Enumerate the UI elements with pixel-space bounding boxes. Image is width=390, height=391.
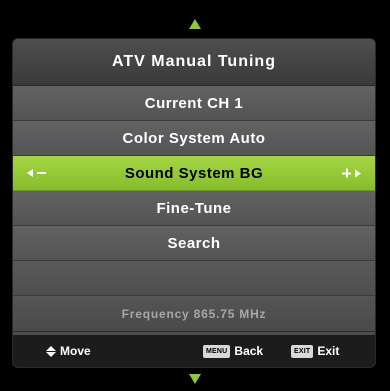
- exit-key-badge: EXIT: [291, 344, 314, 358]
- exit-label: Exit: [317, 344, 340, 358]
- key-hint-footer: Move MENU Back EXIT Exit: [13, 335, 375, 367]
- increase-control[interactable]: [342, 168, 361, 178]
- right-arrow-icon: [355, 169, 361, 177]
- decrease-control[interactable]: [27, 169, 46, 177]
- menu-item-current-channel[interactable]: Current CH 1: [13, 86, 375, 121]
- menu-item-search[interactable]: Search: [13, 226, 375, 261]
- back-hint[interactable]: MENU Back: [203, 344, 263, 358]
- menu-item-label: Color System Auto: [122, 129, 266, 147]
- menu-item-label: Sound System BG: [124, 164, 264, 182]
- up-down-arrows-icon: [46, 345, 56, 357]
- minus-icon: [37, 172, 46, 174]
- scroll-down-icon[interactable]: [189, 374, 201, 384]
- frequency-readout: Frequency 865.75 MHz: [13, 296, 375, 332]
- atv-manual-tuning-panel: ATV Manual Tuning Current CH 1 Color Sys…: [12, 38, 376, 368]
- menu-item-sound-system[interactable]: Sound System BG: [13, 156, 375, 191]
- left-arrow-icon: [27, 169, 33, 177]
- move-label: Move: [60, 344, 91, 358]
- move-hint: Move: [46, 344, 91, 358]
- frequency-label: Frequency 865.75 MHz: [121, 306, 267, 321]
- exit-hint[interactable]: EXIT Exit: [291, 344, 339, 358]
- menu-item-color-system[interactable]: Color System Auto: [13, 121, 375, 156]
- back-label: Back: [234, 344, 264, 358]
- menu-item-empty: [13, 261, 375, 296]
- scroll-up-icon[interactable]: [189, 19, 201, 29]
- plus-icon: [342, 168, 351, 178]
- menu-item-label: Search: [167, 234, 221, 252]
- menu-item-label: Fine-Tune: [156, 199, 232, 217]
- menu-item-fine-tune[interactable]: Fine-Tune: [13, 191, 375, 226]
- menu-key-badge: MENU: [203, 344, 231, 358]
- tv-osd-screen: ATV Manual Tuning Current CH 1 Color Sys…: [0, 0, 390, 391]
- menu-title: ATV Manual Tuning: [13, 39, 375, 86]
- menu-item-label: Current CH 1: [144, 94, 244, 112]
